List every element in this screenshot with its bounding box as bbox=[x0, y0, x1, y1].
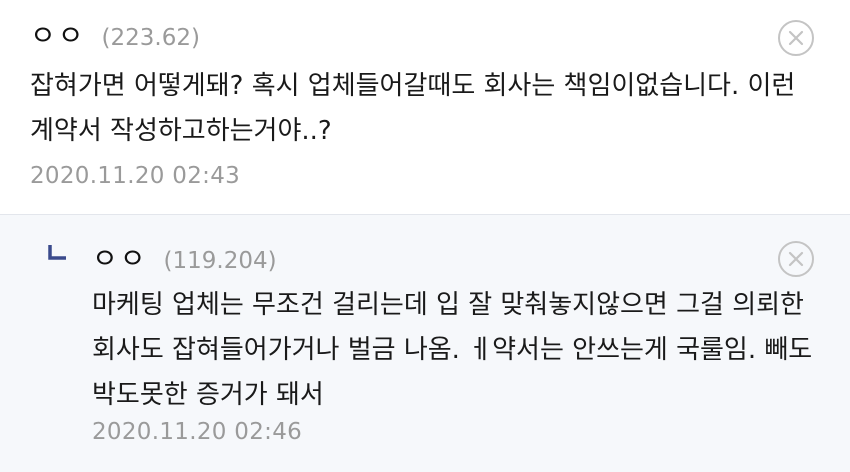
comment-date: 2020.11.20 02:43 bbox=[30, 163, 241, 189]
ip-address: (119.204) bbox=[163, 248, 277, 274]
close-icon bbox=[788, 251, 804, 267]
comment-header: ㅇㅇ (119.204) bbox=[92, 237, 277, 277]
comment-text: 잡혀가면 어떻게돼? 혹시 업체들어갈때도 회사는 책임이없습니다. 이런 계약… bbox=[30, 71, 796, 146]
close-icon bbox=[788, 30, 804, 46]
comment-header: ㅇㅇ (223.62) bbox=[30, 14, 200, 54]
reply-arrow-icon bbox=[48, 245, 66, 260]
comment-text: 마케팅 업체는 무조건 걸리는데 입 잘 맞춰놓지않으면 그걸 의뢰한 회사도 … bbox=[92, 290, 813, 410]
delete-button[interactable] bbox=[778, 241, 814, 277]
nickname[interactable]: ㅇㅇ bbox=[30, 14, 86, 54]
comment-date: 2020.11.20 02:46 bbox=[92, 419, 303, 445]
ip-address: (223.62) bbox=[101, 25, 200, 51]
delete-button[interactable] bbox=[778, 20, 814, 56]
comment: ㅇㅇ (223.62) 잡혀가면 어떻게돼? 혹시 업체들어갈때도 회사는 책임… bbox=[0, 0, 850, 214]
nickname[interactable]: ㅇㅇ bbox=[92, 237, 148, 277]
reply-comment: ㅇㅇ (119.204) 마케팅 업체는 무조건 걸리는데 입 잘 맞춰놓지않으… bbox=[0, 214, 850, 472]
